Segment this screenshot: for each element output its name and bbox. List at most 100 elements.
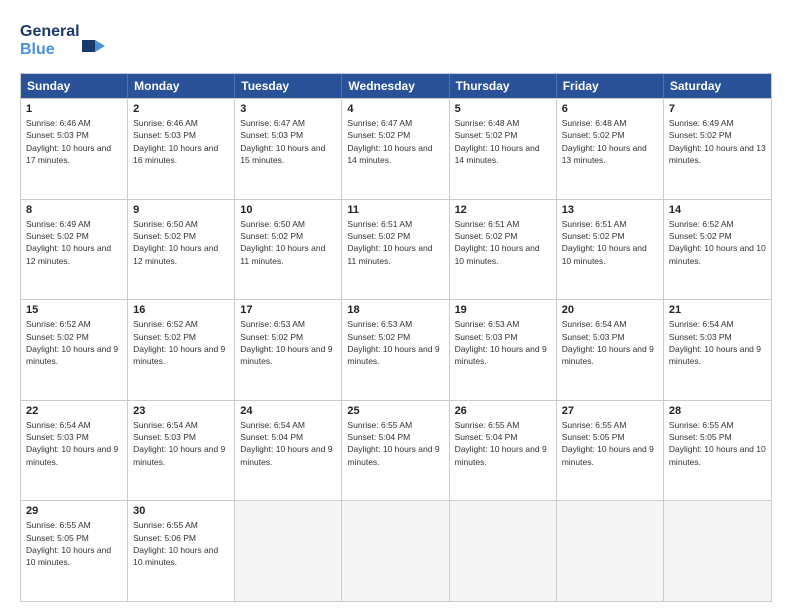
day-info: Sunrise: 6:55 AM Sunset: 5:05 PM Dayligh… [26, 519, 122, 568]
calendar-row-5: 29 Sunrise: 6:55 AM Sunset: 5:05 PM Dayl… [21, 500, 771, 601]
day-number: 28 [669, 405, 766, 417]
calendar-cell: 5 Sunrise: 6:48 AM Sunset: 5:02 PM Dayli… [450, 99, 557, 199]
day-number: 18 [347, 304, 443, 316]
svg-text:Blue: Blue [20, 41, 55, 58]
day-info: Sunrise: 6:54 AM Sunset: 5:03 PM Dayligh… [26, 419, 122, 468]
day-info: Sunrise: 6:55 AM Sunset: 5:05 PM Dayligh… [562, 419, 658, 468]
day-info: Sunrise: 6:53 AM Sunset: 5:03 PM Dayligh… [455, 318, 551, 367]
calendar-cell: 11 Sunrise: 6:51 AM Sunset: 5:02 PM Dayl… [342, 200, 449, 300]
calendar-cell: 30 Sunrise: 6:55 AM Sunset: 5:06 PM Dayl… [128, 501, 235, 601]
day-number: 15 [26, 304, 122, 316]
day-number: 20 [562, 304, 658, 316]
day-number: 5 [455, 103, 551, 115]
calendar-cell: 1 Sunrise: 6:46 AM Sunset: 5:03 PM Dayli… [21, 99, 128, 199]
day-number: 21 [669, 304, 766, 316]
calendar-cell: 16 Sunrise: 6:52 AM Sunset: 5:02 PM Dayl… [128, 300, 235, 400]
day-number: 30 [133, 505, 229, 517]
calendar-cell: 18 Sunrise: 6:53 AM Sunset: 5:02 PM Dayl… [342, 300, 449, 400]
calendar-cell: 28 Sunrise: 6:55 AM Sunset: 5:05 PM Dayl… [664, 401, 771, 501]
day-number: 16 [133, 304, 229, 316]
calendar-cell: 29 Sunrise: 6:55 AM Sunset: 5:05 PM Dayl… [21, 501, 128, 601]
day-number: 12 [455, 204, 551, 216]
logo: General Blue [20, 18, 110, 65]
calendar-cell: 8 Sunrise: 6:49 AM Sunset: 5:02 PM Dayli… [21, 200, 128, 300]
calendar-cell: 12 Sunrise: 6:51 AM Sunset: 5:02 PM Dayl… [450, 200, 557, 300]
calendar-cell: 13 Sunrise: 6:51 AM Sunset: 5:02 PM Dayl… [557, 200, 664, 300]
day-info: Sunrise: 6:47 AM Sunset: 5:03 PM Dayligh… [240, 117, 336, 166]
day-number: 1 [26, 103, 122, 115]
calendar-cell [664, 501, 771, 601]
day-info: Sunrise: 6:48 AM Sunset: 5:02 PM Dayligh… [562, 117, 658, 166]
calendar-body: 1 Sunrise: 6:46 AM Sunset: 5:03 PM Dayli… [21, 98, 771, 601]
day-number: 22 [26, 405, 122, 417]
weekday-monday: Monday [128, 74, 235, 98]
calendar: Sunday Monday Tuesday Wednesday Thursday… [20, 73, 772, 602]
day-number: 7 [669, 103, 766, 115]
day-number: 23 [133, 405, 229, 417]
day-info: Sunrise: 6:49 AM Sunset: 5:02 PM Dayligh… [669, 117, 766, 166]
calendar-cell: 14 Sunrise: 6:52 AM Sunset: 5:02 PM Dayl… [664, 200, 771, 300]
day-info: Sunrise: 6:54 AM Sunset: 5:03 PM Dayligh… [133, 419, 229, 468]
weekday-wednesday: Wednesday [342, 74, 449, 98]
calendar-cell: 26 Sunrise: 6:55 AM Sunset: 5:04 PM Dayl… [450, 401, 557, 501]
day-info: Sunrise: 6:55 AM Sunset: 5:05 PM Dayligh… [669, 419, 766, 468]
calendar-row-3: 15 Sunrise: 6:52 AM Sunset: 5:02 PM Dayl… [21, 299, 771, 400]
day-number: 13 [562, 204, 658, 216]
calendar-cell: 17 Sunrise: 6:53 AM Sunset: 5:02 PM Dayl… [235, 300, 342, 400]
day-number: 3 [240, 103, 336, 115]
day-info: Sunrise: 6:53 AM Sunset: 5:02 PM Dayligh… [240, 318, 336, 367]
day-number: 14 [669, 204, 766, 216]
weekday-saturday: Saturday [664, 74, 771, 98]
calendar-cell: 20 Sunrise: 6:54 AM Sunset: 5:03 PM Dayl… [557, 300, 664, 400]
page: General Blue Sunday Monday Tuesday Wedne… [0, 0, 792, 612]
day-number: 24 [240, 405, 336, 417]
day-info: Sunrise: 6:48 AM Sunset: 5:02 PM Dayligh… [455, 117, 551, 166]
calendar-cell: 21 Sunrise: 6:54 AM Sunset: 5:03 PM Dayl… [664, 300, 771, 400]
calendar-cell: 19 Sunrise: 6:53 AM Sunset: 5:03 PM Dayl… [450, 300, 557, 400]
calendar-row-1: 1 Sunrise: 6:46 AM Sunset: 5:03 PM Dayli… [21, 98, 771, 199]
logo-svg: General Blue [20, 18, 110, 60]
day-info: Sunrise: 6:54 AM Sunset: 5:03 PM Dayligh… [562, 318, 658, 367]
calendar-header: Sunday Monday Tuesday Wednesday Thursday… [21, 74, 771, 98]
calendar-cell: 10 Sunrise: 6:50 AM Sunset: 5:02 PM Dayl… [235, 200, 342, 300]
calendar-cell: 15 Sunrise: 6:52 AM Sunset: 5:02 PM Dayl… [21, 300, 128, 400]
day-number: 9 [133, 204, 229, 216]
day-number: 4 [347, 103, 443, 115]
calendar-row-4: 22 Sunrise: 6:54 AM Sunset: 5:03 PM Dayl… [21, 400, 771, 501]
calendar-cell: 25 Sunrise: 6:55 AM Sunset: 5:04 PM Dayl… [342, 401, 449, 501]
day-number: 17 [240, 304, 336, 316]
calendar-cell: 7 Sunrise: 6:49 AM Sunset: 5:02 PM Dayli… [664, 99, 771, 199]
day-info: Sunrise: 6:49 AM Sunset: 5:02 PM Dayligh… [26, 218, 122, 267]
day-info: Sunrise: 6:55 AM Sunset: 5:04 PM Dayligh… [455, 419, 551, 468]
day-number: 27 [562, 405, 658, 417]
day-number: 29 [26, 505, 122, 517]
day-number: 25 [347, 405, 443, 417]
day-number: 6 [562, 103, 658, 115]
calendar-cell: 24 Sunrise: 6:54 AM Sunset: 5:04 PM Dayl… [235, 401, 342, 501]
calendar-cell: 2 Sunrise: 6:46 AM Sunset: 5:03 PM Dayli… [128, 99, 235, 199]
day-info: Sunrise: 6:47 AM Sunset: 5:02 PM Dayligh… [347, 117, 443, 166]
day-number: 26 [455, 405, 551, 417]
calendar-cell: 3 Sunrise: 6:47 AM Sunset: 5:03 PM Dayli… [235, 99, 342, 199]
weekday-tuesday: Tuesday [235, 74, 342, 98]
day-number: 2 [133, 103, 229, 115]
day-number: 10 [240, 204, 336, 216]
day-info: Sunrise: 6:46 AM Sunset: 5:03 PM Dayligh… [26, 117, 122, 166]
day-info: Sunrise: 6:55 AM Sunset: 5:06 PM Dayligh… [133, 519, 229, 568]
calendar-cell [450, 501, 557, 601]
calendar-cell [342, 501, 449, 601]
day-info: Sunrise: 6:51 AM Sunset: 5:02 PM Dayligh… [455, 218, 551, 267]
weekday-friday: Friday [557, 74, 664, 98]
calendar-cell [557, 501, 664, 601]
day-info: Sunrise: 6:50 AM Sunset: 5:02 PM Dayligh… [240, 218, 336, 267]
day-info: Sunrise: 6:51 AM Sunset: 5:02 PM Dayligh… [562, 218, 658, 267]
day-info: Sunrise: 6:50 AM Sunset: 5:02 PM Dayligh… [133, 218, 229, 267]
calendar-cell: 9 Sunrise: 6:50 AM Sunset: 5:02 PM Dayli… [128, 200, 235, 300]
day-number: 19 [455, 304, 551, 316]
day-info: Sunrise: 6:53 AM Sunset: 5:02 PM Dayligh… [347, 318, 443, 367]
calendar-row-2: 8 Sunrise: 6:49 AM Sunset: 5:02 PM Dayli… [21, 199, 771, 300]
calendar-cell: 6 Sunrise: 6:48 AM Sunset: 5:02 PM Dayli… [557, 99, 664, 199]
calendar-cell: 27 Sunrise: 6:55 AM Sunset: 5:05 PM Dayl… [557, 401, 664, 501]
calendar-cell: 23 Sunrise: 6:54 AM Sunset: 5:03 PM Dayl… [128, 401, 235, 501]
weekday-thursday: Thursday [450, 74, 557, 98]
